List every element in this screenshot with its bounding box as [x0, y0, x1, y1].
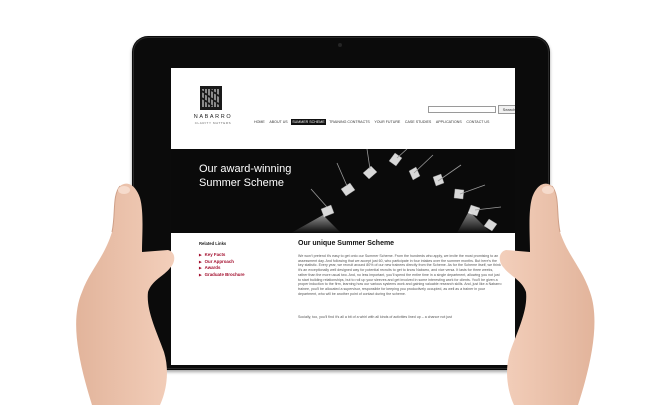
nav-your-future[interactable]: YOUR FUTURE [373, 119, 401, 125]
nav-contact-us[interactable]: CONTACT US [465, 119, 490, 125]
hero-banner: Our award-winning Summer Scheme [171, 149, 515, 233]
related-links-list: Key Facts Our Approach Awards Graduate B… [199, 252, 245, 278]
brand-name: NABARRO [193, 114, 233, 120]
nabarro-logo[interactable] [200, 86, 222, 110]
nav-summer-scheme[interactable]: SUMMER SCHEME [291, 119, 326, 125]
nav-about-us[interactable]: ABOUT US [268, 119, 288, 125]
nav-training-contracts[interactable]: TRAINING CONTRACTS [328, 119, 371, 125]
tablet-device: NABARRO CLARITY MATTERS Search HOME ABOU… [132, 36, 550, 370]
hero-title-line1: Our award-winning [199, 163, 292, 175]
hero-title-line2: Summer Scheme [199, 177, 284, 189]
tablet-screen: NABARRO CLARITY MATTERS Search HOME ABOU… [171, 68, 515, 365]
nav-case-studies[interactable]: CASE STUDIES [404, 119, 432, 125]
search-input[interactable] [428, 106, 496, 113]
photo-scene: NABARRO CLARITY MATTERS Search HOME ABOU… [0, 0, 667, 405]
nav-applications[interactable]: APPLICATIONS [435, 119, 463, 125]
brand-tagline: CLARITY MATTERS [194, 121, 232, 125]
logo-mark-icon [200, 86, 222, 110]
related-links-heading: Related Links [199, 241, 227, 246]
hero-title: Our award-winning Summer Scheme [199, 162, 291, 190]
article-title: Our unique Summer Scheme [298, 240, 395, 247]
link-our-approach[interactable]: Our Approach [199, 259, 245, 266]
search-button[interactable]: Search [498, 105, 515, 114]
front-camera [338, 43, 342, 47]
link-awards[interactable]: Awards [199, 265, 245, 272]
nav-home[interactable]: HOME [253, 119, 266, 125]
article-paragraph-2: Socially, too, you'll find it's all a bi… [298, 315, 452, 319]
link-graduate-brochure[interactable]: Graduate Brochure [199, 272, 245, 279]
main-nav: HOME ABOUT US SUMMER SCHEME TRAINING CON… [253, 119, 490, 125]
link-key-facts[interactable]: Key Facts [199, 252, 245, 259]
article-paragraph: We won't pretend it's easy to get onto o… [298, 254, 502, 296]
